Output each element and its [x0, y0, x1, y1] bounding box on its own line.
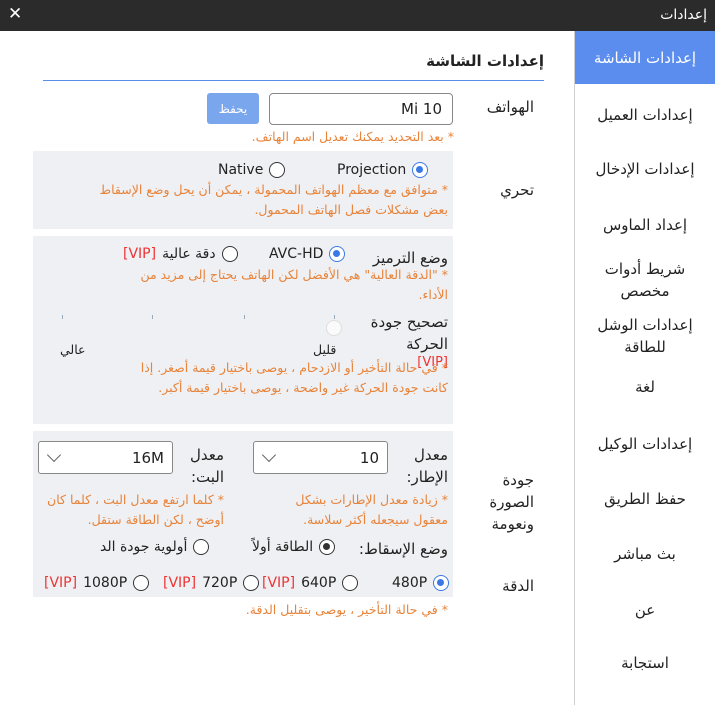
settings-sidebar: إعدادات الشاشة إعدادات العميل إعدادات ال… — [574, 31, 715, 705]
native-label: Native — [218, 162, 264, 178]
display-settings-panel: إعدادات الشاشة الهواتف Mi 10 يحفظ * بعد … — [0, 31, 574, 705]
slider-tick — [152, 315, 153, 319]
option-720p[interactable]: 720P [VIP] — [163, 575, 260, 591]
slider-high-label: عالي — [60, 342, 86, 357]
option-projection[interactable]: Projection — [337, 162, 429, 178]
slider-tick — [244, 315, 245, 319]
phones-label: الهواتف — [486, 98, 534, 116]
sidebar-item-input[interactable]: إعدادات الإدخال — [575, 156, 715, 182]
res-1080p-label: 1080P — [83, 575, 128, 591]
save-button[interactable]: يحفظ — [207, 93, 259, 124]
option-1080p[interactable]: 1080P [VIP] — [44, 575, 150, 591]
sidebar-item-live[interactable]: بث مباشر — [575, 541, 715, 567]
vip-badge: [VIP] — [163, 575, 197, 591]
encoding-note: * "الدقة العالية" هي الأفضل لكن الهاتف ي… — [140, 267, 448, 302]
bitrate-select[interactable]: 16M — [38, 441, 173, 474]
framerate-value: 10 — [359, 448, 379, 467]
motion-note: * في حالة التأخير أو الازدحام ، يوصى باخ… — [140, 360, 448, 395]
option-energy-first[interactable]: الطاقة أولاً — [252, 539, 336, 555]
option-640p[interactable]: 640P [VIP] — [262, 575, 359, 591]
avc-hd-radio[interactable] — [329, 246, 346, 262]
slider-tick — [334, 315, 335, 319]
title-bar: ✕ إعدادات — [0, 0, 715, 31]
high-quality-radio[interactable] — [221, 246, 238, 262]
option-quality-first[interactable]: أولوية جودة الد — [100, 539, 210, 555]
res-1080p-radio[interactable] — [133, 575, 150, 591]
energy-first-label: الطاقة أولاً — [252, 539, 314, 555]
phone-name-value: Mi 10 — [401, 100, 442, 118]
option-480p[interactable]: 480P — [392, 575, 450, 591]
slider-thumb[interactable] — [326, 320, 342, 336]
projection-label: Projection — [337, 162, 407, 178]
bitrate-note: * كلما ارتفع معدل البت ، كلما كان أوضح ،… — [47, 492, 224, 527]
high-quality-label: دقة عالية — [162, 246, 216, 262]
bitrate-label: معدل البت: — [189, 446, 224, 486]
slider-low-label: قليل — [313, 342, 337, 357]
sidebar-item-save-path[interactable]: حفظ الطريق — [575, 486, 715, 512]
trial-note: * متوافق مع معظم الهواتف المحمولة ، يمكن… — [99, 182, 448, 217]
option-native[interactable]: Native — [218, 162, 286, 178]
title-divider — [43, 80, 544, 81]
window-title: إعدادات — [660, 7, 707, 23]
sidebar-item-feedback[interactable]: استجابة — [575, 650, 715, 676]
page-title: إعدادات الشاشة — [426, 52, 544, 70]
bitrate-value: 16M — [131, 448, 164, 467]
motion-slider[interactable] — [60, 315, 346, 336]
native-radio[interactable] — [269, 162, 286, 178]
chevron-down-icon — [261, 447, 277, 463]
res-480p-radio[interactable] — [433, 575, 450, 591]
sidebar-item-mouse[interactable]: إعداد الماوس — [575, 212, 715, 238]
projection-mode-label: وضع الإسقاط: — [358, 540, 448, 558]
close-icon[interactable]: ✕ — [8, 4, 22, 24]
sidebar-item-toolbar[interactable]: شريط أدوات مخصص — [575, 256, 715, 304]
vip-badge: [VIP] — [123, 246, 157, 262]
sidebar-item-power[interactable]: إعدادات الوشل للطاقة — [575, 312, 715, 360]
res-720p-radio[interactable] — [243, 575, 260, 591]
quality-label: جودة الصورة ونعومة — [489, 471, 534, 533]
framerate-note: * زيادة معدل الإطارات بشكل معقول سيجعله … — [295, 492, 448, 527]
res-480p-label: 480P — [392, 575, 428, 591]
framerate-select[interactable]: 10 — [253, 441, 388, 474]
sidebar-item-proxy[interactable]: إعدادات الوكيل — [575, 431, 715, 457]
slider-tick — [62, 315, 63, 319]
option-avc-hd[interactable]: AVC-HD — [269, 246, 346, 262]
framerate-label: معدل الإطار: — [406, 446, 448, 486]
sidebar-item-client[interactable]: إعدادات العميل — [575, 102, 715, 128]
resolution-note: * في حالة التأخير ، يوصى بتقليل الدقة. — [245, 602, 448, 617]
energy-first-radio[interactable] — [319, 539, 336, 555]
res-640p-label: 640P — [301, 575, 337, 591]
option-high-quality[interactable]: دقة عالية [VIP] — [123, 246, 238, 262]
vip-badge: [VIP] — [262, 575, 296, 591]
quality-first-label: أولوية جودة الد — [100, 539, 188, 555]
motion-label: تصحيح جودة الحركة — [370, 313, 448, 353]
res-640p-radio[interactable] — [342, 575, 359, 591]
sidebar-item-about[interactable]: عن — [575, 597, 715, 623]
phones-note: * بعد التحديد يمكنك تعديل اسم الهاتف. — [251, 129, 454, 144]
res-720p-label: 720P — [202, 575, 238, 591]
trial-label: تحري — [500, 181, 534, 199]
sidebar-item-display[interactable]: إعدادات الشاشة — [575, 31, 715, 84]
chevron-down-icon — [46, 447, 62, 463]
avc-hd-label: AVC-HD — [269, 246, 324, 262]
sidebar-item-language[interactable]: لغة — [575, 374, 715, 400]
resolution-label: الدقة — [502, 577, 534, 595]
projection-radio[interactable] — [412, 162, 429, 178]
vip-badge: [VIP] — [44, 575, 78, 591]
phone-name-input[interactable]: Mi 10 — [269, 93, 453, 125]
quality-first-radio[interactable] — [193, 539, 210, 555]
